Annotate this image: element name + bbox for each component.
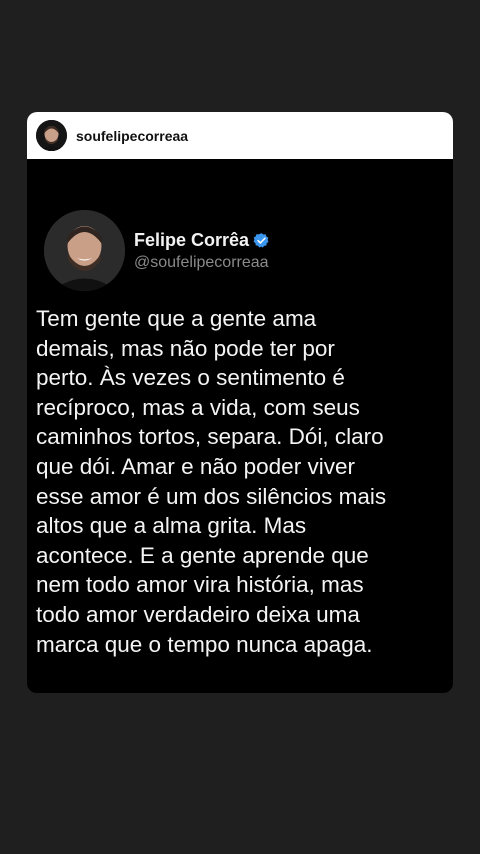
post-header[interactable]: soufelipecorreaa — [27, 112, 453, 159]
post-text-line: marca que o tempo nunca apaga. — [36, 631, 373, 657]
author-row: Felipe Corrêa @soufelipecorreaa — [44, 210, 270, 291]
avatar-icon[interactable] — [36, 120, 67, 151]
name-row: Felipe Corrêa — [134, 230, 270, 251]
author-handle: @soufelipecorreaa — [134, 253, 269, 271]
display-name[interactable]: Felipe Corrêa — [134, 230, 249, 251]
verified-badge-icon — [253, 232, 269, 248]
post-text-line: nem todo amor vira história, mas — [36, 572, 364, 598]
post-text-line: perto. Às vezes o sentimento é — [36, 365, 345, 391]
post-text-line: demais, mas não pode ter por — [36, 335, 335, 361]
post-text-line: acontece. E a gente aprende que — [36, 542, 369, 568]
post-text-line: esse amor é um dos silêncios mais — [36, 483, 387, 509]
shared-post-card[interactable]: soufelipecorreaa Felipe Corrêa @soufelip… — [27, 112, 453, 693]
post-text-line: Tem gente que a gente ama — [36, 306, 317, 331]
post-text-line: caminhos tortos, separa. Dói, claro — [36, 424, 384, 450]
author-avatar[interactable] — [44, 210, 125, 291]
header-username[interactable]: soufelipecorreaa — [76, 128, 188, 144]
post-text: Tem gente que a gente ama demais, mas nã… — [36, 304, 448, 659]
post-text-line: que dói. Amar e não poder viver — [36, 453, 355, 479]
post-text-line: altos que a alma grita. Mas — [36, 513, 307, 539]
post-text-line: recíproco, mas a vida, com seus — [36, 394, 360, 420]
author-info: Felipe Corrêa @soufelipecorreaa — [134, 230, 270, 272]
post-text-line: todo amor verdadeiro deixa uma — [36, 601, 360, 627]
